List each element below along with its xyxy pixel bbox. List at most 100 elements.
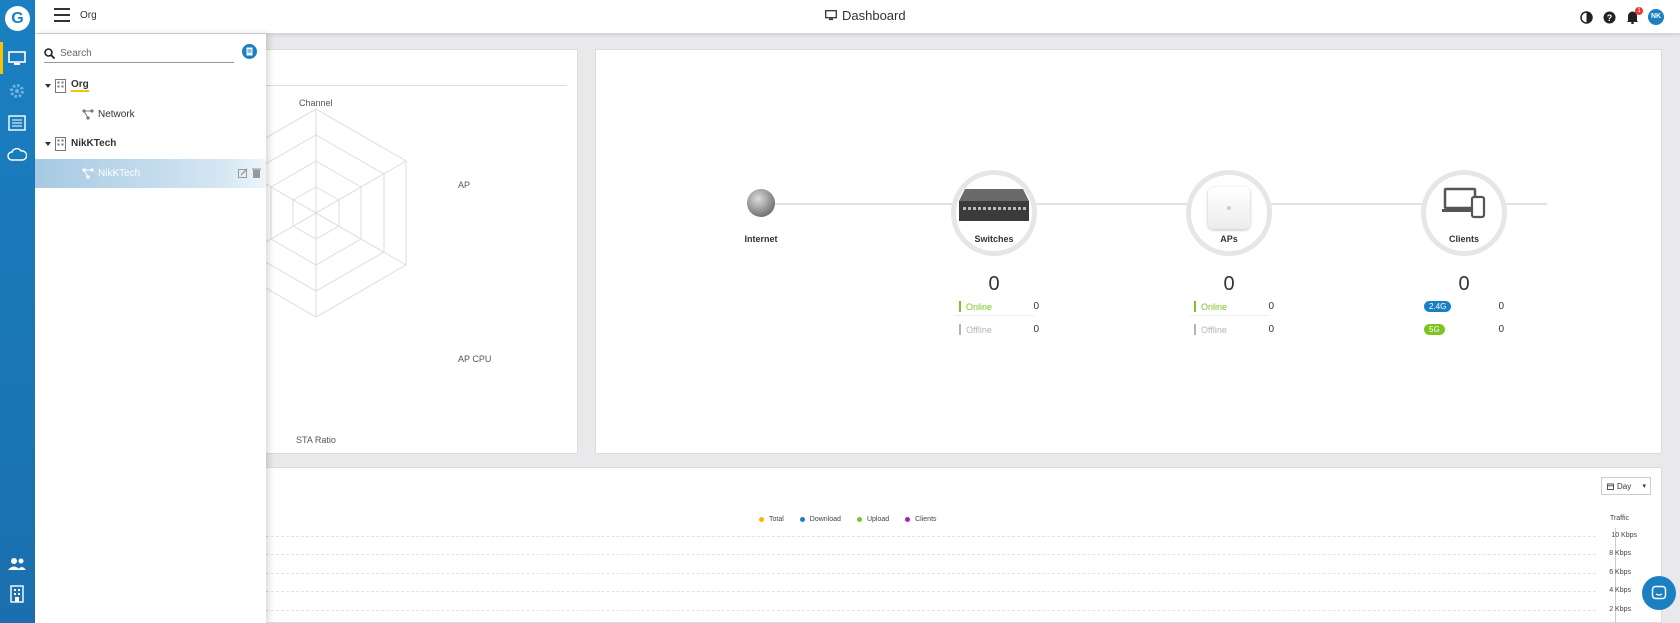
calendar-icon [1607,483,1614,490]
aps-offline-row: Offline 0 [1194,324,1274,335]
aps-online-value: 0 [1268,301,1274,312]
edit-icon[interactable] [238,168,248,178]
switches-offline-row: Offline 0 [959,324,1039,335]
tree-item-label: NikKTech [71,138,117,149]
row-divider [954,315,1034,316]
notification-count-badge: 1 [1635,6,1643,15]
tree-item-network[interactable]: Network [35,100,266,129]
chat-icon [1651,585,1667,600]
clients-5g-row: 5G 0 [1424,324,1504,335]
period-value: Day [1617,481,1632,491]
access-point-icon [1208,187,1250,229]
search-input[interactable] [60,48,220,59]
building-icon [55,78,66,93]
monitor-icon[interactable] [0,42,28,74]
traffic-card: Day ▾ Total Download Upload Clients Traf… [250,467,1662,623]
tree-item-label: NikKTech [98,168,141,179]
y-tick-6kbps: 6 Kbps [1609,569,1631,576]
help-icon[interactable]: ? [1602,10,1617,25]
grid-line [256,591,1596,592]
building-icon[interactable] [6,583,28,605]
tree-item-nikktech-site[interactable]: NikKTech [35,129,266,158]
search-icon [44,48,55,59]
switches-online-row: Online 0 [959,301,1039,312]
legend-upload-label: Upload [866,516,890,523]
traffic-axis-title: Traffic [1609,515,1629,522]
top-actions: ? 1 NK [1579,6,1664,25]
page-title-text: Dashboard [842,8,906,23]
aps-count: 0 [1223,273,1235,295]
radar-label-sta-ratio: STA Ratio [296,435,336,445]
org-breadcrumb[interactable]: Org [80,10,97,21]
users-icon[interactable] [6,553,28,575]
chevron-down-icon: ▾ [1642,483,1646,490]
legend-item-total[interactable]: Total [759,516,784,523]
notification-bell-icon[interactable]: 1 [1625,6,1643,25]
clients-devices-icon [1442,187,1486,219]
caret-down-icon[interactable] [45,83,51,88]
switches-offline-value: 0 [1033,324,1039,335]
clients-24g-row: 2.4G 0 [1424,301,1504,312]
traffic-legend: Total Download Upload Clients [759,516,937,523]
menu-icon[interactable] [54,8,70,22]
radar-card: Channel AP AP CPU STA Ratio [250,49,578,454]
logs-icon[interactable] [6,112,28,134]
y-tick-10kbps: 10 Kbps [1611,532,1637,539]
internet-label: Internet [744,234,778,244]
legend-item-clients[interactable]: Clients [905,516,937,523]
globe-icon [747,189,775,217]
radar-label-ap-cpu: AP CPU [458,354,492,364]
building-icon [55,136,66,151]
theme-toggle-icon[interactable] [1579,10,1594,25]
clients-label: Clients [1448,234,1479,244]
svg-text:?: ? [1607,13,1613,23]
page-title: Dashboard [825,8,906,23]
switches-offline-label: Offline [966,324,992,335]
left-rail: G [0,0,35,623]
aps-offline-label: Offline [1201,324,1227,335]
y-tick-4kbps: 4 Kbps [1609,587,1631,594]
aps-online-row: Online 0 [1194,301,1274,312]
cloud-icon[interactable] [6,145,28,167]
settings-gear-icon[interactable] [6,80,28,102]
user-avatar[interactable]: NK [1648,9,1664,25]
y-tick-2kbps: 2 Kbps [1609,606,1631,613]
grid-line [256,573,1596,574]
clients-count: 0 [1458,273,1470,295]
tree-item-label: Network [98,109,135,120]
switches-online-value: 0 [1033,301,1039,312]
legend-download-label: Download [809,516,841,523]
caret-down-icon[interactable] [45,141,51,146]
org-tree-drawer: Org Network NikKTech NikKTech [35,34,266,623]
document-icon [246,47,253,56]
search-options-button[interactable] [242,44,257,59]
legend-item-download[interactable]: Download [799,516,841,523]
y-tick-8kbps: 8 Kbps [1609,550,1631,557]
row-divider [1189,315,1269,316]
delete-icon[interactable] [252,168,261,178]
network-topology-icon [82,109,94,120]
monitor-icon [825,10,837,21]
topology-card: Internet Switches 0 Online 0 Offline 0 A… [595,49,1662,454]
row-actions [238,168,261,178]
grid-line [256,536,1596,537]
period-select[interactable]: Day ▾ [1601,477,1651,495]
radar-chart [251,108,407,318]
app-logo[interactable]: G [5,6,30,31]
tree-item-org[interactable]: Org [35,71,266,100]
grid-line [256,610,1596,611]
aps-online-label: Online [1201,301,1228,312]
grid-line [256,554,1596,555]
tree-item-nikktech-network[interactable]: NikKTech [35,159,266,188]
clients-24g-value: 0 [1498,301,1504,312]
clients-5g-value: 0 [1498,324,1504,335]
search-box [44,45,234,63]
top-bar: Org Dashboard ? 1 NK [35,0,1680,34]
switches-count: 0 [988,273,1000,295]
band-24g-badge: 2.4G [1424,301,1452,312]
aps-offline-value: 0 [1268,324,1274,335]
network-topology-icon [82,168,94,179]
legend-item-upload[interactable]: Upload [856,516,890,523]
support-chat-button[interactable] [1642,576,1676,610]
aps-label: APs [1220,234,1238,244]
